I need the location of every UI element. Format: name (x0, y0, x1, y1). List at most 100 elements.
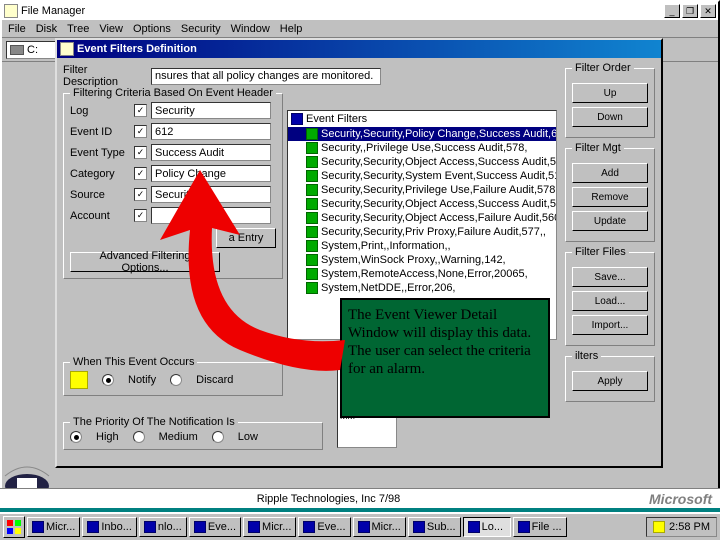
close-button[interactable]: ✕ (700, 4, 716, 18)
task-label: File ... (532, 521, 562, 533)
taskbar-button[interactable]: Eve... (298, 517, 350, 537)
eventid-input[interactable] (151, 123, 271, 140)
taskbar-button[interactable]: Micr... (353, 517, 406, 537)
task-icon (144, 521, 156, 533)
filter-icon (306, 170, 318, 182)
filter-description-label: Filter Description (63, 64, 145, 88)
taskbar-button[interactable]: File ... (513, 517, 567, 537)
tree-item[interactable]: System,WinSock Proxy,,Warning,142, (288, 253, 556, 267)
tree-item-label: Security,Security,Privilege Use,Failure … (321, 184, 557, 196)
tree-item-label: System,WinSock Proxy,,Warning,142, (321, 254, 506, 266)
menu-view[interactable]: View (99, 23, 123, 35)
tree-item[interactable]: Security,Security,Object Access,Failure … (288, 211, 556, 225)
taskbar-button[interactable]: Eve... (189, 517, 241, 537)
high-radio[interactable] (70, 431, 82, 443)
tree-item[interactable]: Security,Security,Priv Proxy,Failure Aud… (288, 225, 556, 239)
task-icon (303, 521, 315, 533)
drive-label: C: (27, 44, 38, 56)
eventid-label: Event ID (70, 126, 130, 138)
menu-file[interactable]: File (8, 23, 26, 35)
minimize-button[interactable]: _ (664, 4, 680, 18)
task-label: Lo... (482, 521, 503, 533)
tree-item-label: Security,Security,Object Access,Failure … (321, 212, 557, 224)
start-button[interactable] (3, 516, 25, 538)
dialog-title-text: Event Filters Definition (77, 43, 197, 55)
log-checkbox[interactable]: ✓ (134, 104, 147, 117)
filter-icon (306, 226, 318, 238)
data-entry-button[interactable]: a Entry (216, 228, 276, 248)
fm-system-icon[interactable] (4, 4, 18, 18)
account-checkbox[interactable]: ✓ (134, 209, 147, 222)
discard-label: Discard (196, 374, 233, 386)
criteria-group: Log✓ Event ID✓ Event Type✓ Category✓ Sou… (63, 93, 283, 279)
tree-item-label: Security,Security,Policy Change,Success … (321, 128, 557, 140)
tree-item[interactable]: System,RemoteAccess,None,Error,20065, (288, 267, 556, 281)
remove-button[interactable]: Remove (572, 187, 648, 207)
tree-item-label: Security,Security,Priv Proxy,Failure Aud… (321, 226, 546, 238)
filter-description-input[interactable] (151, 68, 381, 85)
filter-files-group: Save... Load... Import... (565, 252, 655, 346)
import-button[interactable]: Import... (572, 315, 648, 335)
task-icon (248, 521, 260, 533)
up-button[interactable]: Up (572, 83, 648, 103)
notify-radio[interactable] (102, 374, 114, 386)
fm-titlebar[interactable]: File Manager _ ❐ ✕ (2, 2, 718, 20)
down-button[interactable]: Down (572, 107, 648, 127)
category-input[interactable] (151, 165, 271, 182)
log-input[interactable] (151, 102, 271, 119)
add-button[interactable]: Add (572, 163, 648, 183)
eventtype-input[interactable] (151, 144, 271, 161)
tree-item-label: System,RemoteAccess,None,Error,20065, (321, 268, 528, 280)
tree-item[interactable]: System,NetDDE,,Error,206, (288, 281, 556, 295)
account-input[interactable] (151, 207, 271, 224)
task-label: Eve... (317, 521, 345, 533)
tree-item[interactable]: Security,Security,Object Access,Success … (288, 155, 556, 169)
advanced-options-button[interactable]: Advanced Filtering Options... (70, 252, 220, 272)
menu-disk[interactable]: Disk (36, 23, 57, 35)
tree-item[interactable]: Security,Security,Policy Change,Success … (288, 127, 556, 141)
tree-item-label: Security,Security,System Event,Success A… (321, 170, 557, 182)
tray-icon[interactable] (653, 521, 665, 533)
medium-label: Medium (159, 431, 198, 443)
taskbar-button[interactable]: Inbo... (82, 517, 137, 537)
menu-options[interactable]: Options (133, 23, 171, 35)
task-icon (413, 521, 425, 533)
menu-security[interactable]: Security (181, 23, 221, 35)
tree-item[interactable]: Security,,Privilege Use,Success Audit,57… (288, 141, 556, 155)
apply-group: Apply (565, 356, 655, 402)
source-label: Source (70, 189, 130, 201)
taskbar-button[interactable]: Lo... (463, 517, 511, 537)
low-radio[interactable] (212, 431, 224, 443)
taskbar-button[interactable]: Micr... (243, 517, 296, 537)
load-button[interactable]: Load... (572, 291, 648, 311)
dialog-titlebar[interactable]: Event Filters Definition (57, 40, 661, 58)
system-tray[interactable]: 2:58 PM (646, 517, 717, 537)
taskbar-button[interactable]: Micr... (27, 517, 80, 537)
menu-help[interactable]: Help (280, 23, 303, 35)
eventtype-label: Event Type (70, 147, 130, 159)
fm-menubar[interactable]: File Disk Tree View Options Security Win… (2, 20, 718, 38)
menu-tree[interactable]: Tree (67, 23, 89, 35)
footer-center: Ripple Technologies, Inc 7/98 (257, 493, 401, 505)
save-button[interactable]: Save... (572, 267, 648, 287)
source-checkbox[interactable]: ✓ (134, 188, 147, 201)
category-checkbox[interactable]: ✓ (134, 167, 147, 180)
menu-window[interactable]: Window (231, 23, 270, 35)
update-button[interactable]: Update (572, 211, 648, 231)
tree-item[interactable]: Security,Security,Object Access,Success … (288, 197, 556, 211)
dialog-system-icon[interactable] (60, 42, 74, 56)
tree-item[interactable]: Security,Security,System Event,Success A… (288, 169, 556, 183)
medium-radio[interactable] (133, 431, 145, 443)
tree-item[interactable]: System,Print,,Information,, (288, 239, 556, 253)
eventid-checkbox[interactable]: ✓ (134, 125, 147, 138)
apply-button[interactable]: Apply (572, 371, 648, 391)
maximize-button[interactable]: ❐ (682, 4, 698, 18)
filter-icon (306, 184, 318, 196)
taskbar-button[interactable]: Sub... (408, 517, 461, 537)
taskbar-button[interactable]: nlo... (139, 517, 187, 537)
eventtype-checkbox[interactable]: ✓ (134, 146, 147, 159)
when-occurs-group: Notify Discard (63, 362, 283, 396)
source-input[interactable] (151, 186, 271, 203)
tree-item[interactable]: Security,Security,Privilege Use,Failure … (288, 183, 556, 197)
discard-radio[interactable] (170, 374, 182, 386)
